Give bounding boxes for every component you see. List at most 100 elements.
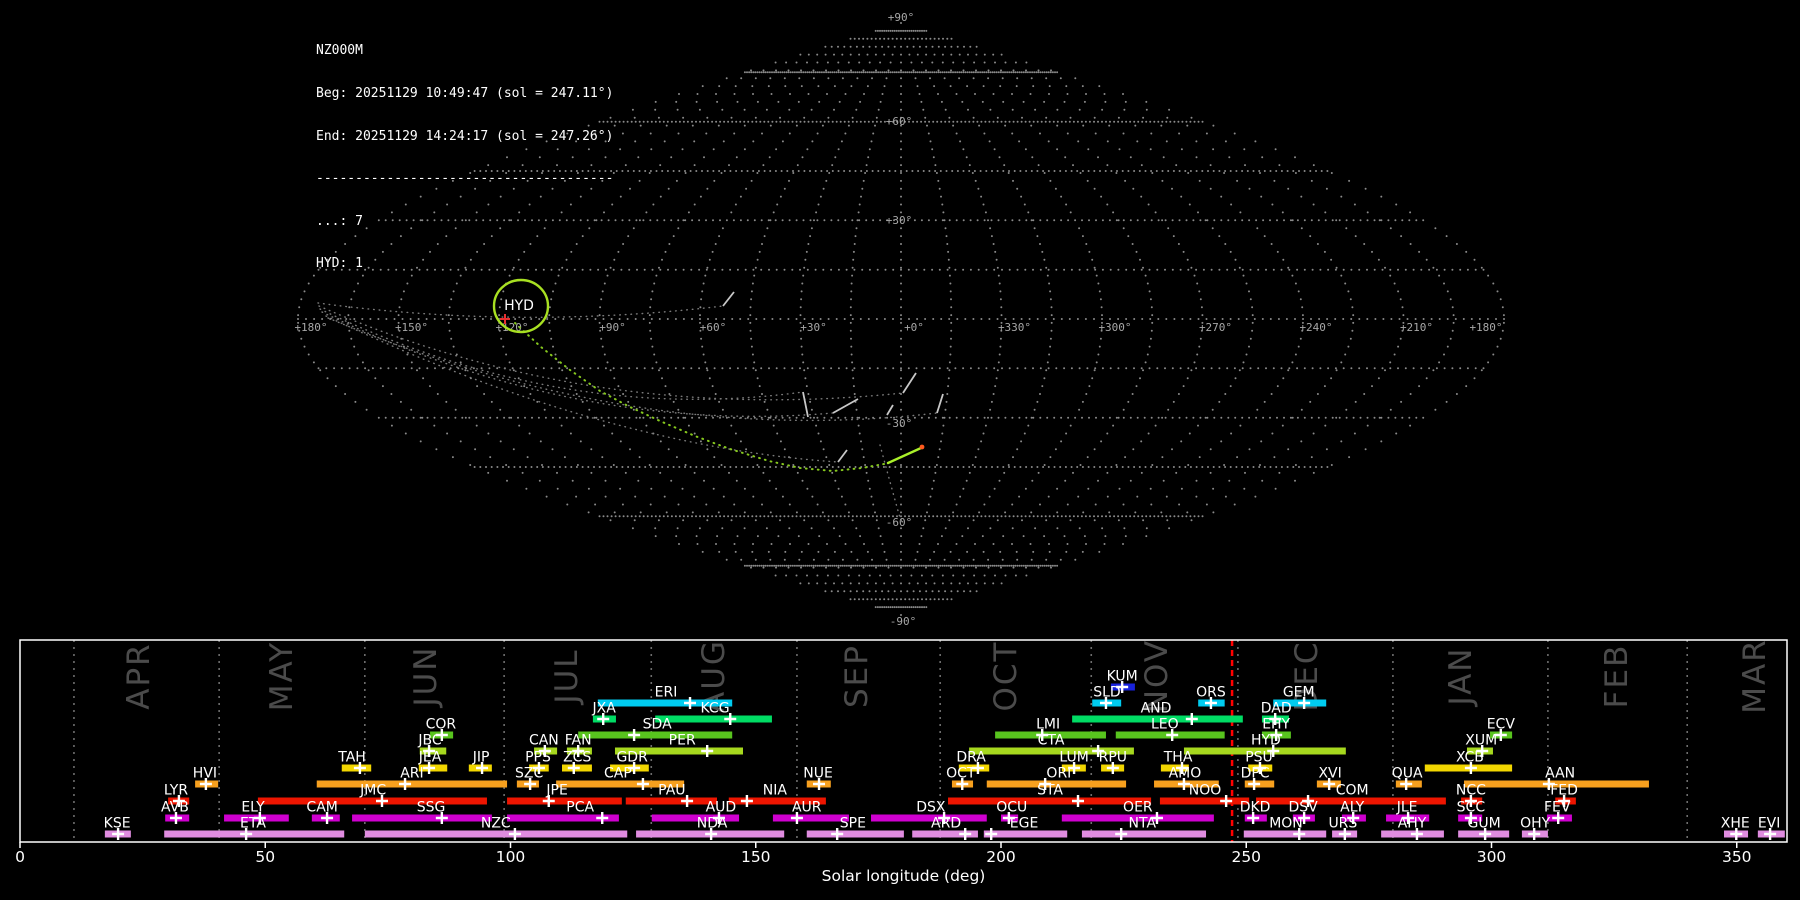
shower-code-label-mon: MON (1269, 816, 1303, 832)
activity-bar-sda (578, 732, 732, 739)
shower-code-label-aan: AAN (1545, 766, 1575, 782)
map-label-north-pole: +90° (888, 11, 915, 24)
shower-code-label-ecv: ECV (1487, 717, 1516, 733)
shower-code-label-lum: LUM (1059, 750, 1088, 766)
shower-code-label-jle: JLE (1396, 800, 1418, 816)
shower-code-label-pca: PCA (566, 800, 594, 816)
x-axis-tick-label: 250 (1231, 848, 1261, 866)
shower-code-label-lyr: LYR (164, 783, 188, 799)
shower-code-label-jxa: JXA (592, 701, 617, 717)
x-axis-tick-label: 50 (255, 848, 275, 866)
map-label-longitude: +0° (904, 321, 924, 334)
shower-code-label-kcg: KCG (701, 701, 730, 717)
hyd-count: HYD: 1 (316, 257, 613, 271)
shower-code-label-nta: NTA (1129, 816, 1157, 832)
shower-code-label-leo: LEO (1151, 717, 1179, 733)
month-label-may: MAY (264, 641, 300, 711)
month-label-jun: JUN (408, 645, 444, 708)
map-label-longitude: +330° (998, 321, 1031, 334)
shower-code-label-tha: THA (1163, 750, 1193, 766)
shower-code-label-eta: ETA (240, 816, 266, 832)
meteor-head-dot (920, 445, 925, 450)
month-label-oct: OCT (988, 641, 1024, 712)
map-label-latitude: +30° (886, 214, 913, 227)
activity-bar-nta (1082, 831, 1206, 838)
month-label-apr: APR (121, 642, 157, 709)
shower-code-label-jip: JIP (472, 750, 490, 766)
map-label-latitude: +60° (886, 115, 913, 128)
activity-bar-nzc (365, 831, 627, 838)
activity-bar-jmc (258, 798, 487, 805)
shower-code-label-ehy: EHY (1262, 717, 1290, 733)
activity-bar-pau (626, 798, 717, 805)
activity-bar-spe (807, 831, 904, 838)
sporadic-meteor-trail (903, 373, 916, 393)
shower-code-label-jpe: JPE (545, 783, 567, 799)
shower-code-label-kum: KUM (1107, 669, 1138, 685)
map-label-longitude: +300° (1098, 321, 1131, 334)
shower-code-label-hvi: HVI (193, 766, 217, 782)
peak-cross-and (1186, 713, 1198, 725)
shower-code-label-amo: AMO (1169, 766, 1202, 782)
shower-code-label-per: PER (669, 733, 696, 749)
map-label-longitude: +90° (599, 321, 626, 334)
shower-code-label-noo: NOO (1189, 783, 1222, 799)
activity-bar-noo (1160, 798, 1249, 805)
shower-code-label-xvi: XVI (1318, 766, 1341, 782)
shower-code-label-kse: KSE (104, 816, 131, 832)
month-label-mar: MAR (1737, 638, 1773, 714)
shower-code-label-dra: DRA (956, 750, 986, 766)
map-label-longitude: +150° (395, 321, 428, 334)
shower-code-label-jbc: JBC (417, 733, 441, 749)
x-axis-tick-label: 0 (15, 848, 25, 866)
peak-cross-eri (684, 697, 696, 709)
sporadic-meteor-trail (887, 405, 893, 415)
shower-code-label-xhe: XHE (1721, 816, 1750, 832)
sporadic-meteor-trail (838, 450, 847, 462)
sporadic-trail-extension (320, 309, 803, 399)
peak-cross-noo (1220, 795, 1232, 807)
radiant-code-label: HYD (504, 298, 534, 314)
shower-code-label-evi: EVI (1758, 816, 1781, 832)
shower-code-label-spe: SPE (840, 816, 866, 832)
shower-code-label-xum: XUM (1465, 733, 1497, 749)
observation-info: NZ000M Beg: 20251129 10:49:47 (sol = 247… (316, 16, 613, 300)
station-code: NZ000M (316, 44, 613, 58)
shower-code-label-szc: SZC (515, 766, 543, 782)
shower-code-label-jea: JEA (418, 750, 442, 766)
shower-code-label-dpc: DPC (1241, 766, 1270, 782)
x-axis-tick-label: 100 (496, 848, 526, 866)
x-axis-tick-label: 150 (741, 848, 771, 866)
map-label-longitude: +30° (800, 321, 827, 334)
meteor-radiant-report: +90°-90°+60°+30°-30°-60°+180°+150°+120°+… (0, 0, 1800, 900)
x-axis-title: Solar longitude (deg) (822, 867, 986, 885)
map-label-longitude: +60° (700, 321, 727, 334)
shower-code-label-oct: OCT (946, 766, 976, 782)
sporadic-trail-extension (326, 316, 838, 462)
shower-code-label-gem: GEM (1283, 685, 1315, 701)
peak-cross-sda (628, 729, 640, 741)
shower-code-label-aly: ALY (1340, 800, 1365, 816)
shower-code-label-can: CAN (529, 733, 559, 749)
shower-code-label-gum: GUM (1468, 816, 1501, 832)
activity-bar-mon (1244, 831, 1326, 838)
activity-bar-kcg (655, 716, 772, 723)
observation-end: End: 20251129 14:24:17 (sol = 247.26°) (316, 130, 613, 144)
sporadic-count: ...: 7 (316, 215, 613, 229)
shower-code-label-cta: CTA (1038, 733, 1065, 749)
shower-code-label-eri: ERI (655, 685, 678, 701)
activity-bar-sta (948, 798, 1151, 805)
map-label-latitude: -30° (886, 417, 913, 430)
map-label-longitude: +180° (1469, 321, 1502, 334)
peak-cross-nta (1115, 828, 1127, 840)
shower-code-label-cap: CAP (604, 766, 632, 782)
shower-code-label-ors: ORS (1196, 685, 1226, 701)
shower-code-label-lmi: LMI (1036, 717, 1060, 733)
shower-meteor-trail (888, 448, 921, 463)
shower-code-label-aud: AUD (706, 800, 737, 816)
map-label-south-pole: -90° (890, 615, 917, 628)
map-label-longitude: +240° (1299, 321, 1332, 334)
shower-code-label-gdr: GDR (616, 750, 648, 766)
map-label-longitude: +180° (294, 321, 327, 334)
month-label-jul: JUL (549, 648, 585, 705)
